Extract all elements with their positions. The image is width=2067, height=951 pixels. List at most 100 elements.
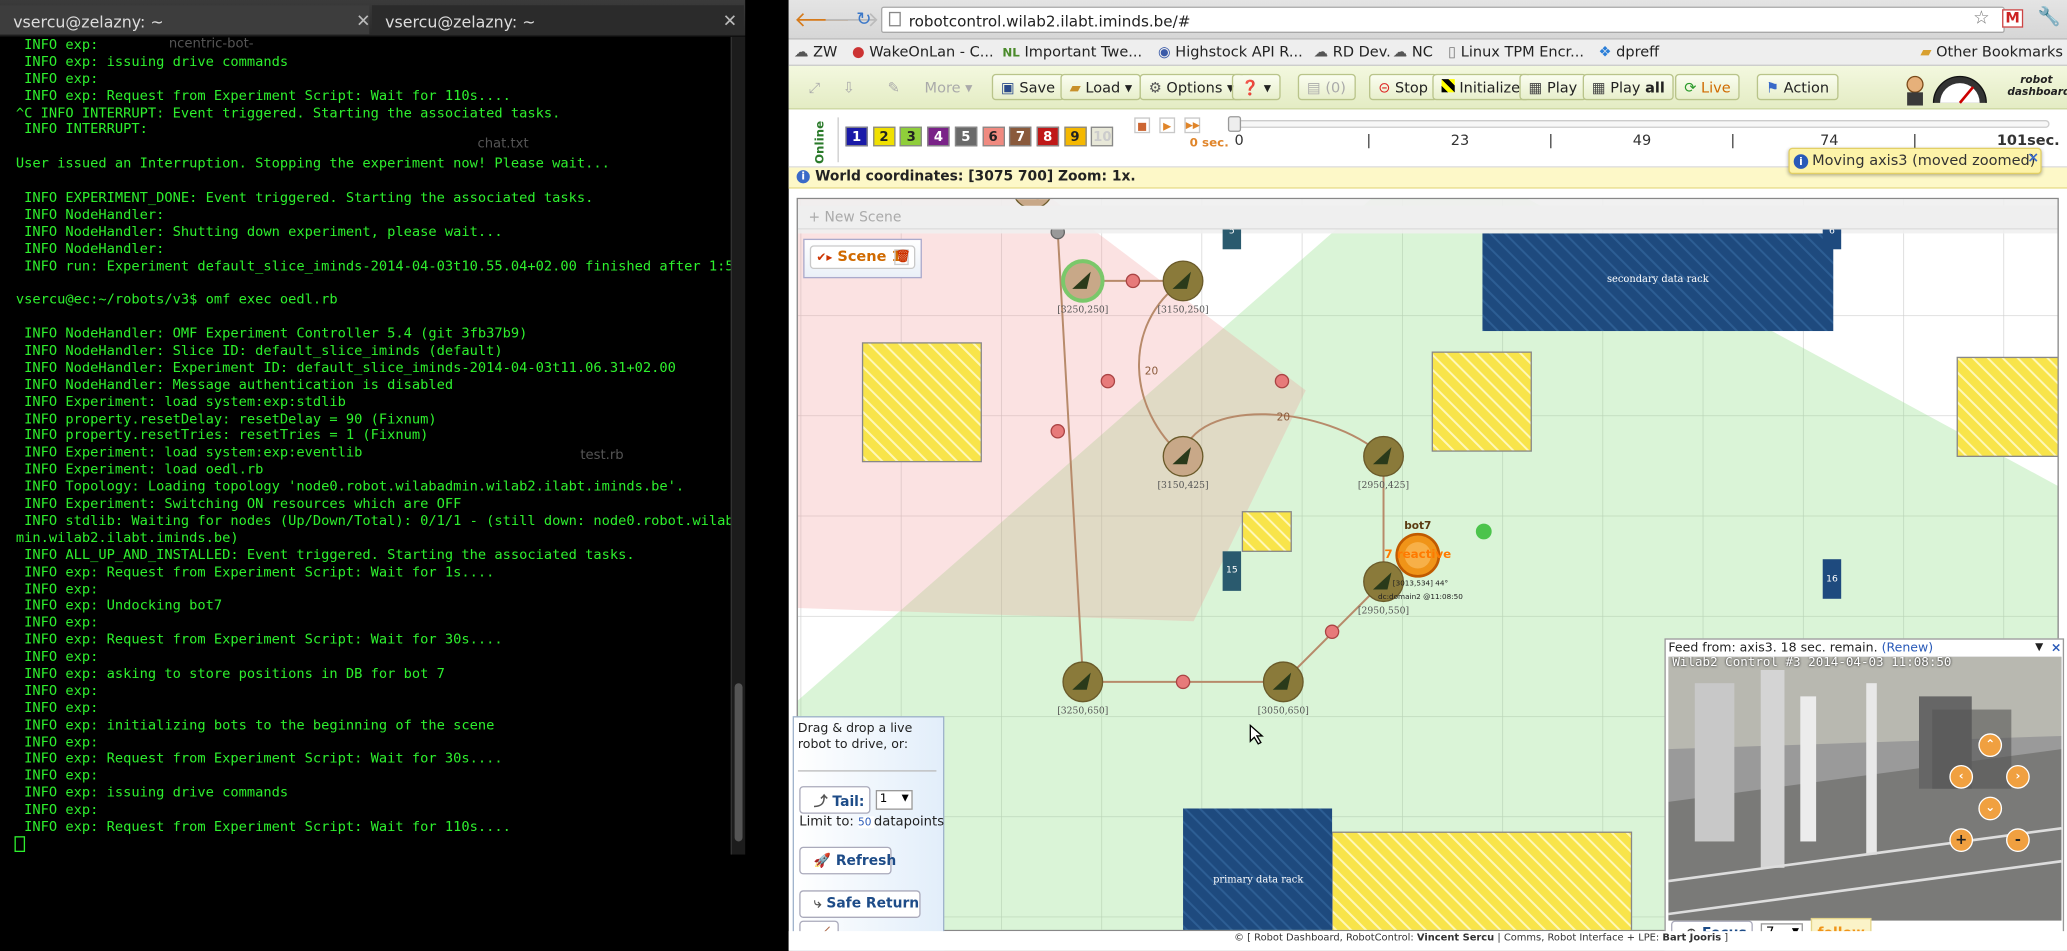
close-icon[interactable]: × — [2027, 149, 2039, 166]
forward-icon[interactable]: 🡒 — [823, 7, 880, 32]
target-point[interactable] — [1475, 523, 1492, 540]
limit-input[interactable]: 50 — [858, 816, 874, 829]
timeline-handle[interactable] — [1227, 116, 1242, 132]
download-icon[interactable]: ⇩ — [834, 74, 865, 100]
terminal-line: INFO NodeHandler: — [15, 240, 165, 257]
terminal-output[interactable]: INFO exp: INFO exp: issuing drive comman… — [0, 36, 732, 855]
play-button[interactable]: ▦ Play — [1519, 73, 1587, 101]
help-button[interactable]: ❓ ▾ — [1231, 73, 1281, 101]
tail-button[interactable]: ⤴ Tail: — [799, 786, 871, 814]
terminal-line: INFO NodeHandler: Experiment ID: default… — [15, 359, 676, 376]
zoom-out-icon[interactable]: - — [2006, 828, 2030, 853]
terminal-line: INFO property.resetTries: resetTries = 1… — [15, 427, 429, 444]
terminal-line: min.wilab2.ilabt.iminds.be) — [15, 529, 239, 546]
bot-status: 7 reactive — [1384, 547, 1451, 561]
fast-forward-icon[interactable]: ▶▶ — [1184, 117, 1201, 134]
bot-square-6[interactable]: 6 — [981, 126, 1005, 147]
bot-square-4[interactable]: 4 — [927, 126, 950, 147]
save-label: Save — [1019, 79, 1056, 97]
bot-info: [3013,534] 44° — [1393, 579, 1448, 588]
bookmark-rd-dev[interactable]: ☁ RD Dev. — [1314, 44, 1391, 61]
bookmark-linux-tpm[interactable]: ▯ Linux TPM Encr... — [1448, 44, 1584, 61]
play-all-button[interactable]: ▦ Play all — [1582, 73, 1675, 101]
chevron-down-icon[interactable]: ▼ — [2035, 641, 2043, 653]
terminal-line: INFO stdlib: Waiting for nodes (Up/Down/… — [15, 512, 732, 529]
stop-button[interactable]: ⊝ Stop — [1369, 73, 1438, 101]
pan-down-icon[interactable]: ⌄ — [1978, 796, 2003, 821]
bookmark-nc[interactable]: ☁ NC — [1393, 44, 1433, 61]
pan-right-icon[interactable]: › — [2006, 764, 2030, 789]
terminal-line: INFO NodeHandler: OMF Experiment Control… — [15, 325, 528, 342]
bookmark-important[interactable]: NL Important Twe... — [1002, 44, 1142, 61]
save-icon: ▣ — [1001, 79, 1015, 97]
refresh-button[interactable]: 🚀 Refresh — [799, 846, 896, 875]
zoom-in-icon[interactable]: + — [1949, 828, 1974, 853]
bot-square-10[interactable]: 10 — [1091, 126, 1114, 147]
close-icon[interactable]: ✕ — [356, 12, 370, 32]
camera-image[interactable]: Wilab2 Control #3 2014-04-03 11:08:50 ⌃ … — [1668, 656, 2062, 921]
bookmark-dpreff[interactable]: ❖ dpreff — [1599, 44, 1660, 61]
terminal-line: INFO exp: asking to store positions in D… — [15, 665, 445, 682]
bookmark-zw[interactable]: ☁ ZW — [794, 44, 837, 61]
trash-icon[interactable]: 🗑 — [894, 249, 911, 266]
terminal-line: User issued an Interruption. Stopping th… — [15, 155, 610, 172]
bookmark-highstock[interactable]: ◉ Highstock API R... — [1158, 44, 1303, 61]
new-scene-bar[interactable]: + New Scene — [797, 205, 2058, 230]
node-coordinate-label: [2950,425] — [1358, 480, 1409, 491]
terminal-line: INFO exp: — [15, 36, 99, 53]
bot-square-2[interactable]: 2 — [872, 126, 896, 147]
live-button[interactable]: ⟳ Live — [1675, 73, 1740, 101]
bot-square-8[interactable]: 8 — [1036, 126, 1059, 147]
safe-return-button[interactable]: ⤷ Safe Return — [799, 890, 921, 918]
rocket-icon: 🚀 — [813, 853, 832, 870]
pencil-icon[interactable]: ✎ — [878, 74, 909, 100]
initialize-button[interactable]: Initialize — [1432, 73, 1530, 101]
close-icon[interactable]: ✕ — [723, 12, 737, 32]
clipboard-button[interactable]: ▤ (0) — [1297, 73, 1356, 101]
bot-square-7[interactable]: 7 — [1009, 126, 1032, 147]
terminal-line: INFO exp: Request from Experiment Script… — [15, 818, 511, 835]
reload-icon[interactable]: ↻ — [852, 8, 876, 32]
load-button[interactable]: ▰ Load ▾ — [1060, 73, 1142, 101]
renew-link[interactable]: (Renew) — [1882, 641, 1934, 656]
new-scene-label: New Scene — [824, 209, 902, 226]
refresh-label: Refresh — [835, 853, 897, 870]
action-button[interactable]: ⚑ Action — [1756, 73, 1839, 101]
options-button[interactable]: ⚙ Options ▾ — [1139, 73, 1244, 101]
terminal-tab-1[interactable]: vsercu@zelazny: ~ — [0, 5, 370, 35]
bot-square-5[interactable]: 5 — [954, 126, 978, 147]
back-icon[interactable]: 🡐 — [794, 7, 851, 32]
pan-up-icon[interactable]: ⌃ — [1978, 733, 2003, 758]
bookmark-wakeonlan[interactable]: ● WakeOnLan - C... — [852, 44, 994, 61]
terminal-window[interactable]: vsercu@zelazny: ~ ✕ vsercu@zelazny: ~ ✕ … — [0, 0, 746, 951]
terminal-scrollbar[interactable] — [730, 36, 746, 855]
terminal-line: vsercu@ec:~/robots/v3$ omf exec oedl.rb — [15, 291, 338, 308]
more-button[interactable]: More ▾ — [915, 74, 981, 100]
timeline-slider[interactable] — [1231, 120, 2050, 128]
bot-square-9[interactable]: 9 — [1063, 126, 1087, 147]
tick-label: 0 — [1234, 131, 1244, 150]
bookmarks-bar: ☁ ZW ● WakeOnLan - C... NL Important Twe… — [788, 39, 2067, 66]
bot-square-1[interactable]: 1 — [845, 126, 868, 147]
desktop-ghost-label: ncentric-bot- — [168, 36, 254, 52]
wrench-icon[interactable]: 🔧 — [2038, 7, 2061, 28]
stop-icon[interactable]: ■ — [1134, 117, 1151, 134]
save-button[interactable]: ▣ Save — [991, 73, 1065, 101]
url-input[interactable]: robotcontrol.wilab2.ilabt.iminds.be/# — [881, 6, 2005, 33]
scene-tab-1[interactable]: ✔▸ Scene 1 🗑 — [809, 245, 916, 270]
tick-label: 74 — [1820, 131, 1839, 150]
tail-select[interactable]: 1 ▼ — [875, 790, 913, 810]
other-bookmarks[interactable]: ▰ Other Bookmarks — [1920, 44, 2063, 61]
gmail-icon[interactable]: M — [2002, 9, 2024, 28]
scene-tab-panel: ✔▸ Scene 1 🗑 — [803, 238, 922, 279]
star-icon[interactable]: ☆ — [1973, 8, 1990, 29]
play-icon[interactable]: ▶ — [1159, 117, 1176, 134]
terminal-tab-2[interactable]: vsercu@zelazny: ~ — [371, 5, 744, 35]
edit-icon[interactable]: ⤢ — [799, 74, 829, 100]
footer-text: | Comms, Robot Interface + LPE: — [1494, 931, 1663, 944]
close-icon[interactable]: × — [2051, 641, 2062, 656]
feed-header-text: Feed from: axis3. 18 sec. remain. — [1668, 640, 1878, 656]
bot-square-3[interactable]: 3 — [900, 126, 923, 147]
clipboard-icon: ▤ — [1307, 79, 1321, 97]
pan-left-icon[interactable]: ‹ — [1949, 764, 1974, 789]
